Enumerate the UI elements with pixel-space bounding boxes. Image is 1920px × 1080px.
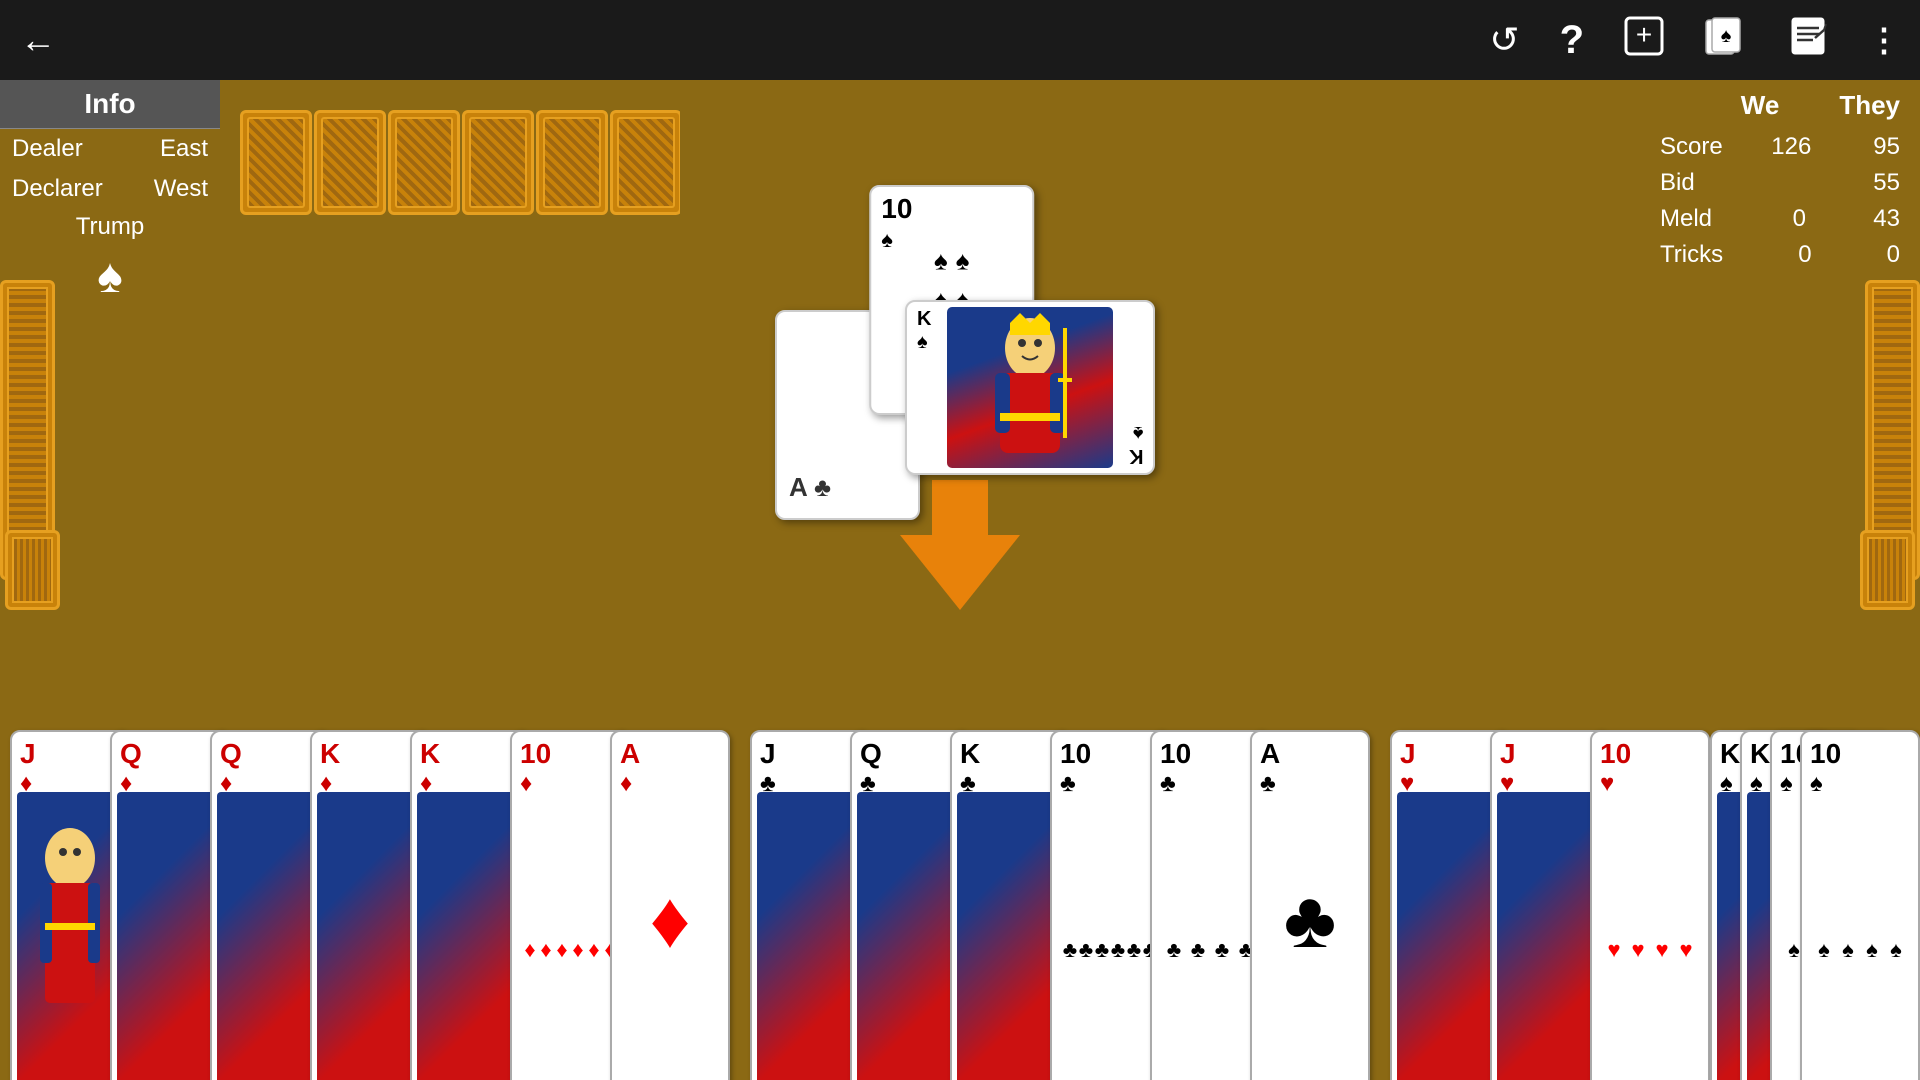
dealer-row: Dealer East bbox=[0, 129, 220, 169]
top-cards-area bbox=[230, 80, 680, 245]
back-button[interactable]: ← bbox=[20, 19, 56, 61]
hand-card-ace-diamonds[interactable]: A ♦ ♦ bbox=[610, 730, 730, 1080]
king-rank-br: K♠ bbox=[1129, 421, 1143, 467]
right-card-pile[interactable] bbox=[1850, 280, 1920, 610]
undo-button[interactable]: ↺ bbox=[1489, 19, 1519, 61]
tricks-row: Tricks 0 0 bbox=[1660, 237, 1900, 273]
hand-card-ten-hearts[interactable]: 10 ♥ ♥ ♥ ♥ ♥ bbox=[1590, 730, 1710, 1080]
top-card[interactable] bbox=[462, 110, 534, 215]
they-tricks: 0 bbox=[1850, 241, 1900, 269]
they-score: 95 bbox=[1850, 133, 1900, 161]
they-header: They bbox=[1839, 90, 1900, 121]
score-row: Score 126 95 bbox=[1660, 129, 1900, 165]
top-card[interactable] bbox=[240, 110, 312, 215]
we-meld: 0 bbox=[1756, 205, 1806, 233]
meld-row: Meld 0 43 bbox=[1660, 201, 1900, 237]
left-card-pile[interactable] bbox=[0, 280, 70, 610]
right-card-bottom[interactable] bbox=[1860, 530, 1915, 610]
add-card-button[interactable]: + bbox=[1624, 16, 1664, 65]
bid-row: Bid 55 bbox=[1660, 165, 1900, 201]
declarer-label: Declarer bbox=[12, 175, 103, 203]
score-panel: We They Score 126 95 Bid 55 Meld 0 43 Tr… bbox=[1640, 80, 1920, 283]
declarer-row: Declarer West bbox=[0, 169, 220, 209]
help-button[interactable]: ? bbox=[1560, 18, 1584, 63]
king-figure bbox=[947, 307, 1113, 468]
top-card[interactable] bbox=[610, 110, 680, 215]
dealer-value: East bbox=[160, 135, 208, 163]
svg-text:+: + bbox=[1636, 19, 1652, 50]
king-rank-tl: K♠ bbox=[917, 308, 931, 354]
toolbar: ← ↺ ? + ♠ ⋮ bbox=[0, 0, 1920, 80]
left-card-bottom[interactable] bbox=[5, 530, 60, 610]
card-rank: 10 bbox=[881, 195, 912, 223]
they-meld: 43 bbox=[1850, 205, 1900, 233]
tricks-label: Tricks bbox=[1660, 241, 1723, 269]
declarer-value: West bbox=[154, 175, 208, 203]
svg-text:♠: ♠ bbox=[1721, 25, 1732, 47]
top-card[interactable] bbox=[314, 110, 386, 215]
we-tricks: 0 bbox=[1762, 241, 1812, 269]
played-card-king-spades[interactable]: K♠ K♠ bbox=[905, 300, 1155, 475]
we-header: We bbox=[1741, 90, 1780, 121]
more-button[interactable]: ⋮ bbox=[1868, 21, 1900, 59]
bid-label: Bid bbox=[1660, 169, 1695, 197]
top-card[interactable] bbox=[536, 110, 608, 215]
card-suit: ♠ bbox=[881, 227, 893, 253]
top-card[interactable] bbox=[388, 110, 460, 215]
info-panel: Info Dealer East Declarer West Trump ♠ bbox=[0, 80, 220, 304]
card-ace-clubs: A ♣ bbox=[789, 472, 831, 503]
trump-label: Trump bbox=[0, 209, 220, 245]
dealer-label: Dealer bbox=[12, 135, 83, 163]
notes-button[interactable] bbox=[1788, 16, 1828, 65]
we-bid bbox=[1747, 169, 1797, 197]
cards-button[interactable]: ♠ bbox=[1704, 16, 1748, 65]
info-title: Info bbox=[0, 80, 220, 129]
hand-card-ace-clubs[interactable]: A ♣ ♣ bbox=[1250, 730, 1370, 1080]
we-score: 126 bbox=[1761, 133, 1811, 161]
score-label: Score bbox=[1660, 133, 1723, 161]
player-hand: J ♦ Q ♦ Q ♦ K ♦ K ♦ 10 bbox=[0, 680, 1920, 1080]
they-bid: 55 bbox=[1850, 169, 1900, 197]
meld-label: Meld bbox=[1660, 205, 1712, 233]
hand-card-ten-spades-2[interactable]: 10 ♠ ♠ ♠ ♠ ♠ bbox=[1800, 730, 1920, 1080]
